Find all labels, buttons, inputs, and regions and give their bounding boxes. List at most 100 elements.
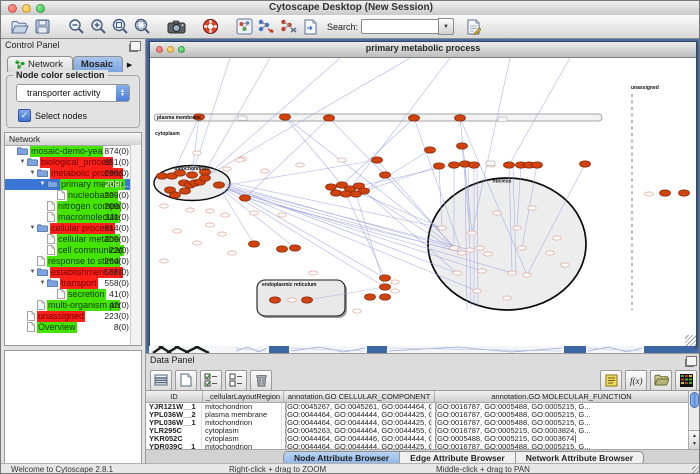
network-node-label-oval[interactable] bbox=[438, 226, 447, 230]
zoom-fit-icon[interactable] bbox=[131, 17, 153, 37]
delete-attribute-trash-icon[interactable] bbox=[250, 370, 272, 391]
network-node-label-oval[interactable] bbox=[391, 280, 400, 284]
network-node-label-oval[interactable] bbox=[206, 223, 215, 227]
network-node-label-oval[interactable] bbox=[228, 251, 237, 255]
background-window-fragment[interactable] bbox=[149, 346, 234, 353]
network-node-label-oval[interactable] bbox=[513, 226, 522, 230]
tree-row[interactable]: multi-organism pro42(0) bbox=[5, 300, 141, 311]
network-node[interactable] bbox=[380, 275, 391, 281]
network-node-label-oval[interactable] bbox=[468, 231, 477, 235]
graphics-details-icon[interactable] bbox=[233, 17, 255, 37]
network-node[interactable] bbox=[170, 192, 181, 198]
network-node-label-oval[interactable] bbox=[476, 246, 485, 250]
network-node-label-oval[interactable] bbox=[250, 211, 259, 215]
network-node[interactable] bbox=[240, 195, 251, 201]
network-node[interactable] bbox=[425, 147, 436, 153]
background-window-titlebar-fragment[interactable] bbox=[269, 346, 289, 353]
search-input[interactable] bbox=[361, 19, 438, 34]
network-node[interactable] bbox=[380, 294, 391, 300]
open-file-icon[interactable] bbox=[9, 17, 31, 37]
network-node[interactable] bbox=[270, 297, 281, 303]
network-edge[interactable] bbox=[226, 187, 385, 278]
network-node-label-oval[interactable] bbox=[528, 206, 537, 210]
tree-expander-icon[interactable]: ▼ bbox=[28, 168, 37, 179]
network-edge[interactable] bbox=[228, 191, 385, 287]
network-edge[interactable] bbox=[285, 117, 342, 185]
network-node-label-oval[interactable] bbox=[223, 167, 232, 171]
tree-row[interactable]: ▼primary metabo209(... bbox=[5, 179, 141, 190]
network-node-label-oval[interactable] bbox=[503, 296, 512, 300]
network-node-label-oval[interactable] bbox=[173, 229, 182, 233]
network-node-label-oval[interactable] bbox=[508, 271, 517, 275]
background-windows-strip[interactable] bbox=[149, 346, 695, 353]
attribute-list-icon[interactable] bbox=[600, 370, 622, 391]
network-node[interactable] bbox=[434, 163, 445, 169]
tree-expander-icon[interactable]: ▼ bbox=[28, 267, 37, 278]
network-node-label-oval[interactable] bbox=[450, 246, 459, 250]
table-scrollbar-thumb[interactable] bbox=[690, 392, 699, 408]
background-window-fragment[interactable] bbox=[234, 346, 269, 353]
network-node-label-oval[interactable] bbox=[309, 271, 318, 275]
network-node[interactable] bbox=[532, 162, 543, 168]
table-column-header[interactable]: annotation.GO MOLECULAR_FUNCTION bbox=[435, 391, 689, 402]
tree-row[interactable]: cell communicat22(0) bbox=[5, 245, 141, 256]
background-window-titlebar-fragment[interactable] bbox=[367, 346, 387, 353]
table-row[interactable]: YJR121W__1mitochondrion[GO:0045267, GO:0… bbox=[146, 403, 689, 411]
network-node[interactable] bbox=[380, 172, 391, 178]
network-node-label-oval[interactable] bbox=[466, 248, 475, 252]
tree-row[interactable]: secretion41(0) bbox=[5, 289, 141, 300]
network-node-label-oval[interactable] bbox=[288, 298, 297, 302]
network-edge[interactable] bbox=[342, 118, 414, 185]
tree-row[interactable]: Overview8(0) bbox=[5, 322, 141, 333]
select-nodes-checkbox[interactable]: ✓ bbox=[18, 109, 31, 122]
tab-overflow-arrow[interactable]: ▶ bbox=[123, 57, 136, 72]
network-edge[interactable] bbox=[364, 150, 430, 191]
network-node-label-oval[interactable] bbox=[493, 211, 502, 215]
data-panel-float-icon[interactable] bbox=[686, 356, 697, 366]
network-node-label-oval[interactable] bbox=[193, 151, 202, 155]
network-node[interactable] bbox=[157, 173, 168, 179]
network-window-titlebar[interactable]: primary metabolic process bbox=[150, 42, 696, 58]
network-edge[interactable] bbox=[509, 58, 570, 165]
network-node[interactable] bbox=[365, 294, 376, 300]
save-session-icon[interactable] bbox=[31, 17, 53, 37]
table-scrollbar-arrows[interactable]: ▲▼ bbox=[689, 430, 700, 449]
table-column-header[interactable]: _cellularLayoutRegion bbox=[203, 391, 284, 402]
network-node[interactable] bbox=[200, 175, 211, 181]
network-node-label-oval[interactable] bbox=[353, 309, 362, 313]
tree-scrollbar[interactable] bbox=[130, 145, 141, 345]
background-window-titlebar-fragment[interactable] bbox=[564, 346, 586, 353]
network-node-label-oval[interactable] bbox=[261, 169, 270, 173]
network-node-label-oval[interactable] bbox=[278, 213, 287, 217]
tree-expander-icon[interactable]: ▼ bbox=[38, 278, 47, 289]
network-node-label-oval[interactable] bbox=[221, 213, 230, 217]
background-window-fragment[interactable] bbox=[586, 346, 644, 353]
network-node-label-oval[interactable] bbox=[160, 259, 169, 263]
network-node[interactable] bbox=[457, 143, 468, 149]
network-window-resize-grip[interactable] bbox=[685, 335, 696, 346]
window-resize-grip[interactable] bbox=[692, 466, 700, 474]
network-node-label-oval[interactable] bbox=[518, 246, 527, 250]
network-edge[interactable] bbox=[364, 166, 439, 191]
network-node[interactable] bbox=[180, 188, 191, 194]
network-node-label-oval[interactable] bbox=[296, 163, 305, 167]
zoom-out-icon[interactable] bbox=[65, 17, 87, 37]
tree-row[interactable]: ▼establishment of lo558(0) bbox=[5, 267, 141, 278]
background-window-fragment[interactable] bbox=[289, 346, 367, 353]
unselect-attributes-icon[interactable] bbox=[225, 370, 247, 391]
background-window-fragment[interactable] bbox=[387, 346, 564, 353]
network-canvas[interactable]: plasma membranecytoplasmmitochondrionnuc… bbox=[150, 58, 696, 346]
network-node-label-oval[interactable] bbox=[561, 263, 570, 267]
network-node[interactable] bbox=[409, 115, 420, 121]
tree-row[interactable]: ▼metabolic process280(0) bbox=[5, 168, 141, 179]
tree-row[interactable]: response to stimul264(0) bbox=[5, 256, 141, 267]
function-builder-icon[interactable]: f(x) bbox=[625, 370, 647, 391]
tree-row[interactable]: ▼cellular process614(0) bbox=[5, 223, 141, 234]
network-node-label-oval[interactable] bbox=[218, 232, 227, 236]
network-node[interactable] bbox=[455, 115, 466, 121]
background-window-titlebar-fragment[interactable] bbox=[644, 346, 695, 353]
network-node-label-oval[interactable] bbox=[458, 251, 467, 255]
tree-row[interactable]: ▼transport558(0) bbox=[5, 278, 141, 289]
table-row[interactable]: YLR295Ccytoplasm[GO:0045263, GO:0044464,… bbox=[146, 427, 689, 435]
table-row[interactable]: YPL036W__2plasma membrane[GO:0044464, GO… bbox=[146, 411, 689, 419]
